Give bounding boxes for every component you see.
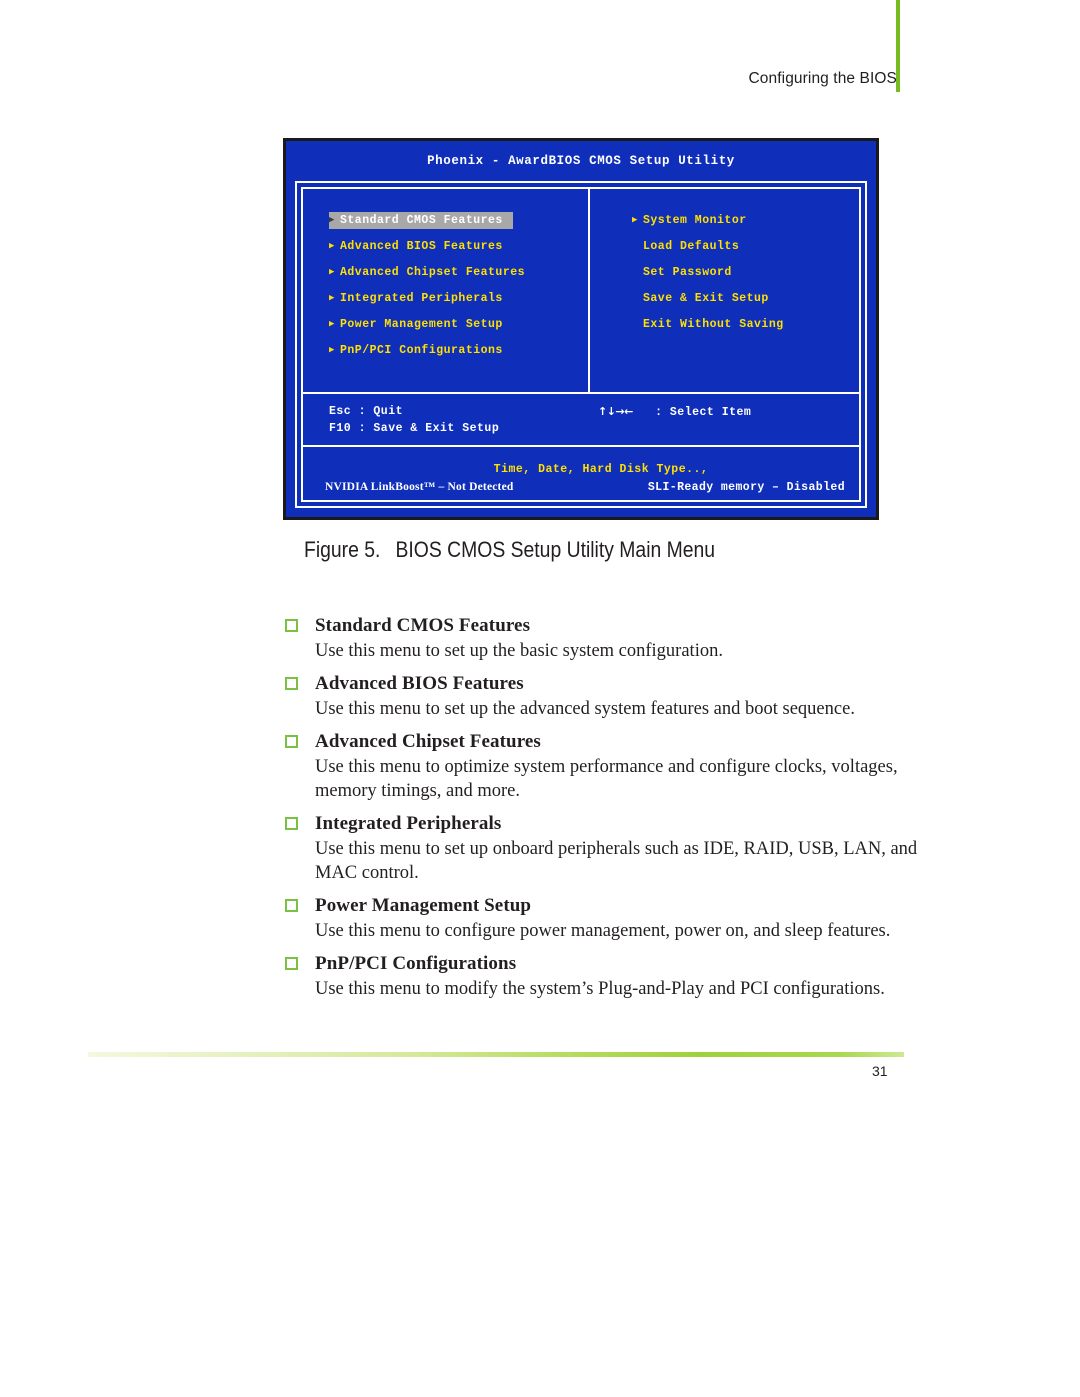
entry-title: Integrated Peripherals [315,813,502,834]
entry-body-text: Use this menu to modify the system’s Plu… [315,979,885,999]
bios-menu-item-load-defaults[interactable]: ▶Load Defaults [632,238,739,255]
figure-number: Figure 5. [304,537,381,562]
entry-heading: PnP/PCI Configurations [285,951,925,976]
bios-title-bar: Phoenix - AwardBIOS CMOS Setup Utility [427,154,735,168]
menu-arrow-icon: ▶ [329,215,335,225]
entry-body-text: Use this menu to optimize system perform… [315,757,898,801]
menu-arrow-icon: ▶ [632,215,638,225]
menu-arrow-icon: ▶ [329,345,335,355]
square-bullet-icon [285,899,298,912]
bios-status-hint: Time, Date, Hard Disk Type.., [493,463,709,476]
entry-heading: Power Management Setup [285,893,925,918]
figure-caption: Figure 5. BIOS CMOS Setup Utility Main Me… [304,537,715,563]
bios-menu-area: ▶ Standard CMOS Features ▶ Advanced BIOS Fe… [303,189,859,394]
bios-status-area: Time, Date, Hard Disk Type.., NVIDIA Lin… [303,447,859,500]
bios-menu-item-standard-cmos-features[interactable]: ▶ Standard CMOS Features [329,212,513,229]
bios-screen: Phoenix - AwardBIOS CMOS Setup Utility ▶… [286,141,876,517]
page-number: 31 [872,1063,888,1079]
bios-menu-item-advanced-bios-features[interactable]: ▶ Advanced BIOS Features [329,238,503,255]
menu-item-label: Advanced Chipset Features [340,266,526,279]
bios-outer-frame: ▶ Standard CMOS Features ▶ Advanced BIOS Fe… [295,181,867,508]
square-bullet-icon [285,735,298,748]
bios-key-select-item: ↑↓→← : Select Item [598,403,751,421]
bios-menu-item-save-exit-setup[interactable]: ▶Save & Exit Setup [632,290,769,307]
menu-item-label: Exit Without Saving [643,318,784,331]
menu-description-entry: Advanced Chipset Features Use this menu t… [285,729,925,803]
bios-status-sli: SLI-Ready memory – Disabled [647,481,845,494]
bios-key-help-area: Esc : Quit F10 : Save & Exit Setup ↑↓→← … [303,394,859,447]
arrow-keys-icon: ↑↓→← [598,405,633,418]
entry-title: PnP/PCI Configurations [315,953,517,974]
entry-heading: Advanced BIOS Features [285,671,925,696]
square-bullet-icon [285,619,298,632]
square-bullet-icon [285,677,298,690]
menu-item-label: Advanced BIOS Features [340,240,503,253]
entry-title: Advanced BIOS Features [315,673,524,694]
menu-arrow-icon: ▶ [329,293,335,303]
menu-item-label: Integrated Peripherals [340,292,503,305]
menu-descriptions-list: Standard CMOS Features Use this menu to s… [285,613,925,1009]
entry-body-text: Use this menu to set up onboard peripher… [315,839,918,883]
entry-heading: Integrated Peripherals [285,811,925,836]
entry-title: Advanced Chipset Features [315,731,541,752]
bios-menu-item-integrated-peripherals[interactable]: ▶ Integrated Peripherals [329,290,503,307]
bios-menu-item-advanced-chipset-features[interactable]: ▶ Advanced Chipset Features [329,264,525,281]
entry-heading: Standard CMOS Features [285,613,925,638]
menu-item-label: PnP/PCI Configurations [340,344,503,357]
figure-caption-text: BIOS CMOS Setup Utility Main Menu [395,537,716,562]
square-bullet-icon [285,817,298,830]
footer-accent-rule [88,1052,904,1057]
menu-item-label: Power Management Setup [340,318,503,331]
entry-body-text: Use this menu to configure power managem… [315,921,891,941]
bios-menu-right-column: ▶ System Monitor ▶Load Defaults ▶Set Passwo… [590,189,859,392]
menu-item-label: Load Defaults [643,240,740,253]
menu-arrow-icon: ▶ [329,241,335,251]
menu-item-label: Standard CMOS Features [340,214,503,227]
entry-body-text: Use this menu to set up the basic system… [315,641,723,661]
entry-title: Power Management Setup [315,895,532,916]
bios-menu-item-pnp-pci-configurations[interactable]: ▶ PnP/PCI Configurations [329,342,503,359]
entry-body-text: Use this menu to set up the advanced sys… [315,699,855,719]
menu-description-entry: PnP/PCI Configurations Use this menu to m… [285,951,925,1001]
bios-menu-item-set-password[interactable]: ▶Set Password [632,264,732,281]
menu-description-entry: Advanced BIOS Features Use this menu to s… [285,671,925,721]
menu-description-entry: Power Management Setup Use this menu to c… [285,893,925,943]
square-bullet-icon [285,957,298,970]
menu-description-entry: Standard CMOS Features Use this menu to s… [285,613,925,663]
menu-item-label: Set Password [643,266,732,279]
entry-title: Standard CMOS Features [315,615,531,636]
bios-status-linkboost: NVIDIA LinkBoost™ – Not Detected [325,481,514,493]
bios-key-esc: Esc : Quit [329,405,404,418]
bios-menu-item-exit-without-saving[interactable]: ▶Exit Without Saving [632,316,784,333]
menu-description-entry: Integrated Peripherals Use this menu to s… [285,811,925,885]
bios-menu-item-system-monitor[interactable]: ▶ System Monitor [632,212,747,229]
menu-arrow-icon: ▶ [329,267,335,277]
bios-key-f10: F10 : Save & Exit Setup [329,422,500,435]
menu-item-label: Save & Exit Setup [643,292,769,305]
page-header-title: Configuring the BIOS [748,70,897,87]
menu-arrow-icon: ▶ [329,319,335,329]
bios-inner-frame: ▶ Standard CMOS Features ▶ Advanced BIOS Fe… [301,187,861,502]
bios-screenshot-figure: Phoenix - AwardBIOS CMOS Setup Utility ▶… [283,138,879,520]
bios-key-select-label: : Select Item [655,406,752,419]
menu-item-label: System Monitor [643,214,747,227]
entry-heading: Advanced Chipset Features [285,729,925,754]
bios-status-row: NVIDIA LinkBoost™ – Not Detected SLI-Rea… [303,481,859,499]
bios-menu-left-column: ▶ Standard CMOS Features ▶ Advanced BIOS Fe… [303,189,590,392]
bios-menu-item-power-management-setup[interactable]: ▶ Power Management Setup [329,316,503,333]
